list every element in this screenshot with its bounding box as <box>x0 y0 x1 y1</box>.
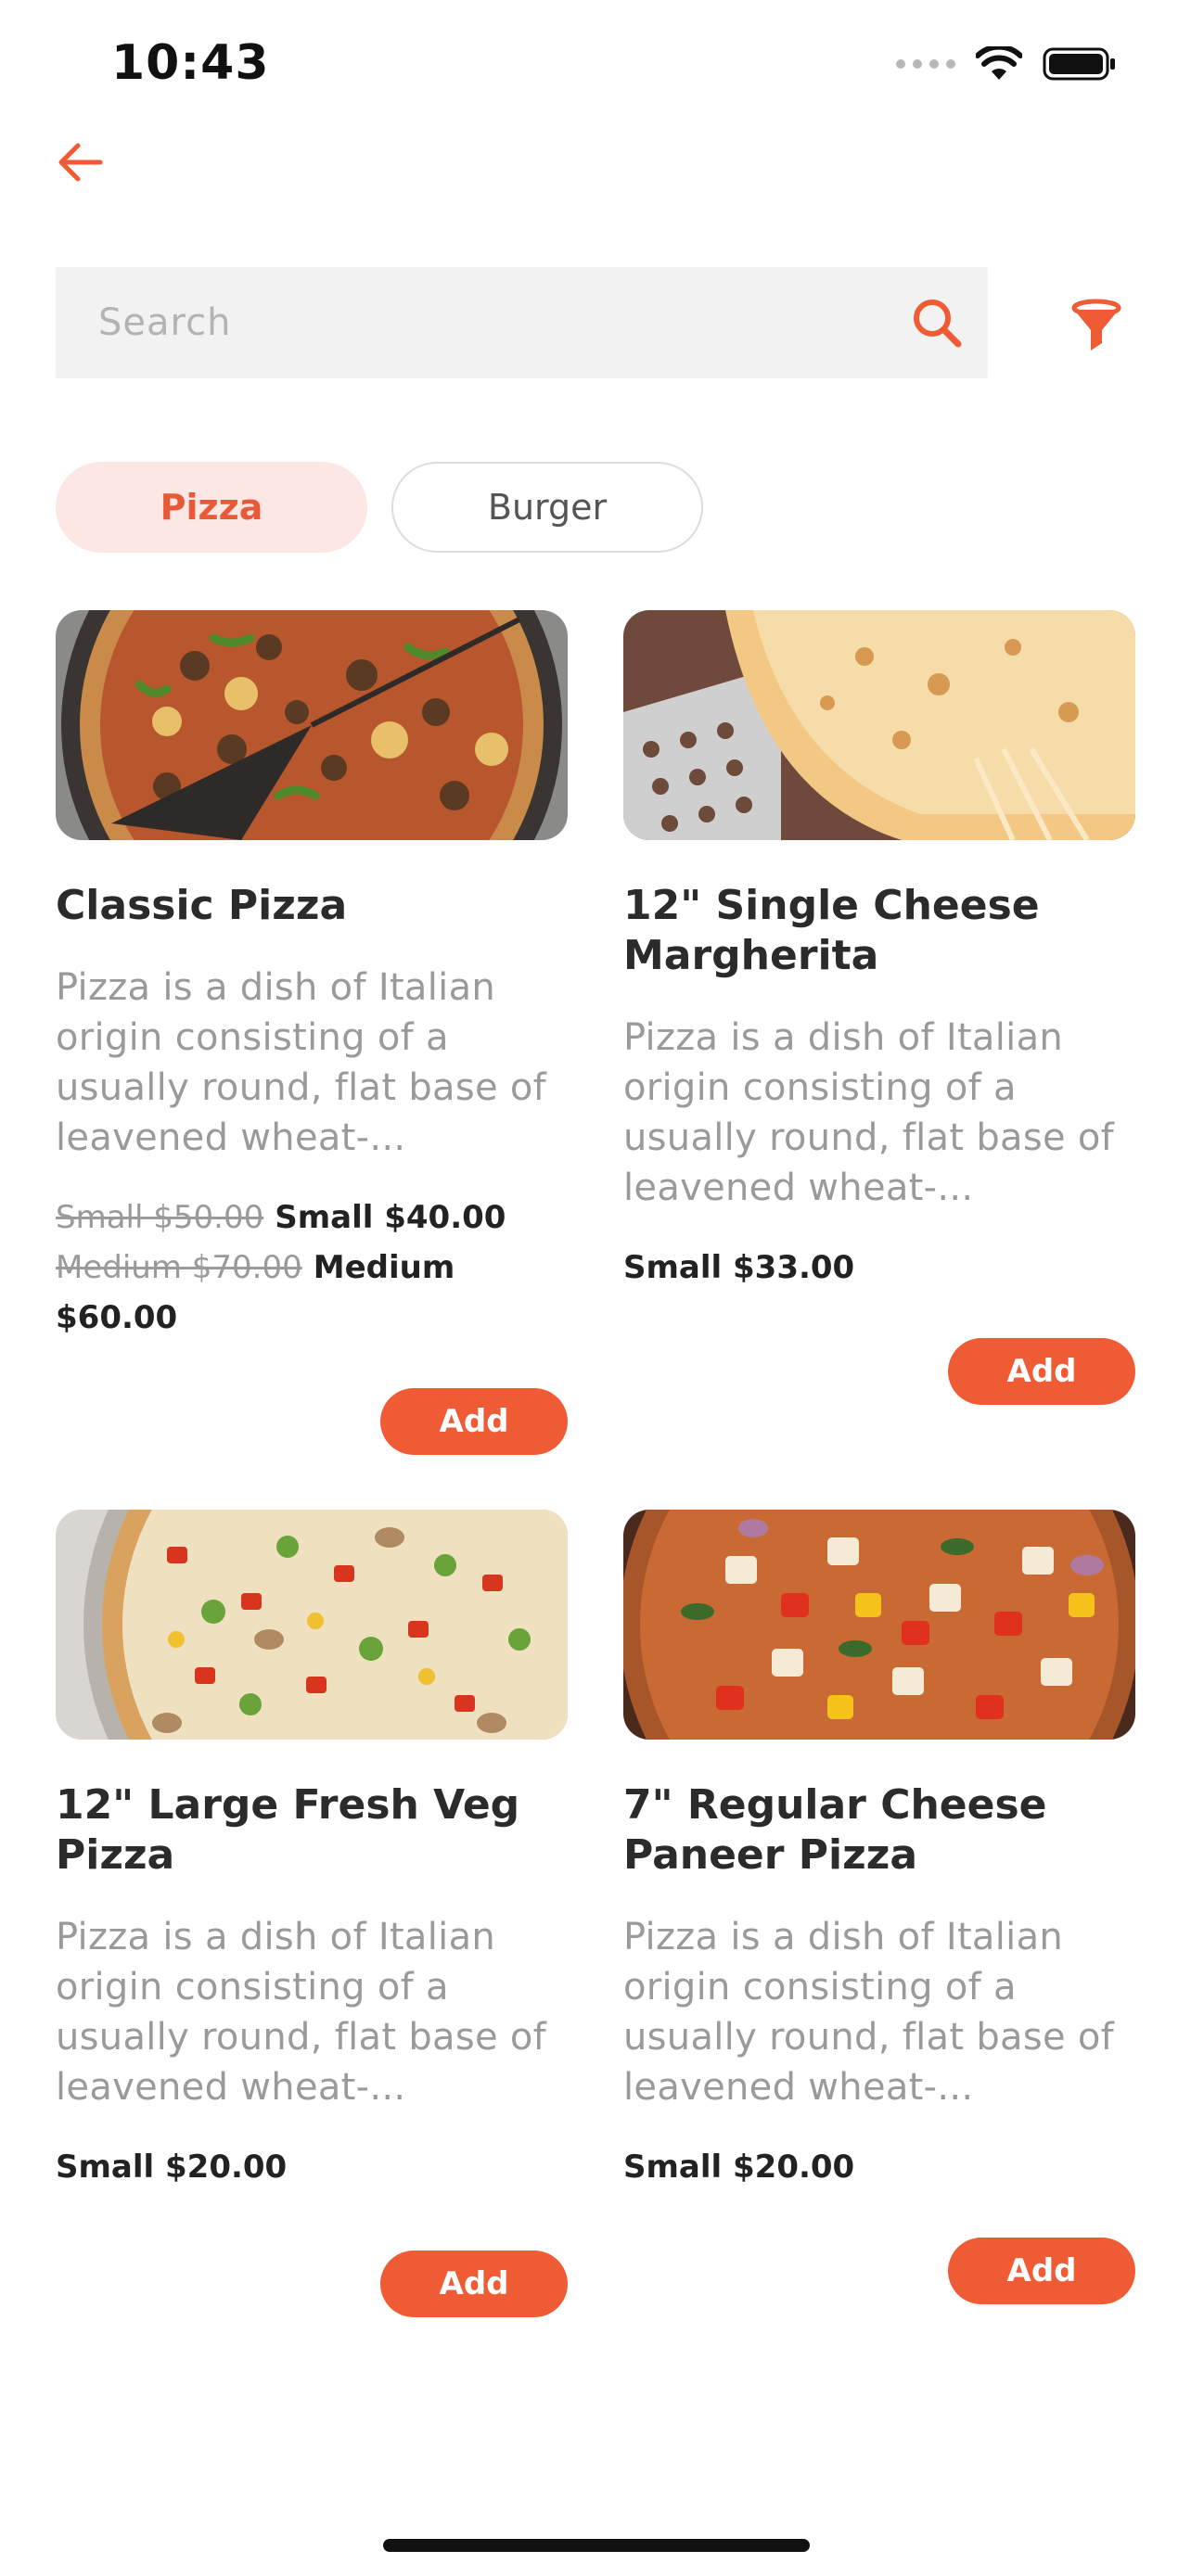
product-price: Small $33.00 <box>623 1249 855 1286</box>
product-price: Small $20.00 <box>56 2149 288 2186</box>
product-title: 7" Regular Cheese Paneer Pizza <box>623 1781 1047 1879</box>
product-image <box>623 610 1135 840</box>
wifi-icon <box>976 46 1022 80</box>
filter-icon <box>1071 299 1121 351</box>
old-price: Medium $70.00 <box>56 1249 302 1286</box>
product-card-single-cheese-margherita[interactable]: 12" Single Cheese Margherita Pizza is a … <box>623 610 1135 1293</box>
new-price: Small $40.00 <box>275 1199 506 1236</box>
product-title: Classic Pizza <box>56 882 348 929</box>
status-icons <box>896 46 1117 82</box>
add-button[interactable]: Add <box>380 2251 568 2317</box>
chip-pizza[interactable]: Pizza <box>56 462 367 553</box>
product-description: Pizza is a dish of Italian origin consis… <box>623 1016 1115 1209</box>
arrow-left-icon <box>58 143 103 182</box>
filter-button[interactable] <box>1065 295 1128 358</box>
search-input[interactable] <box>56 267 886 378</box>
add-button[interactable]: Add <box>948 1338 1135 1405</box>
search-icon <box>914 300 962 348</box>
search-button[interactable] <box>886 267 988 378</box>
category-chips: Pizza Burger <box>56 462 703 553</box>
chip-burger[interactable]: Burger <box>391 462 703 553</box>
product-image <box>56 1510 568 1740</box>
product-description: Pizza is a dish of Italian origin consis… <box>56 966 547 1159</box>
search-bar <box>56 267 988 378</box>
product-price: Small $20.00 <box>623 2149 855 2186</box>
product-image <box>623 1510 1135 1740</box>
product-prices: Small $50.00 Small $40.00 Medium $70.00 Me… <box>56 1192 568 1343</box>
product-title: 12" Large Fresh Veg Pizza <box>56 1781 520 1879</box>
battery-icon <box>1043 47 1115 81</box>
add-button[interactable]: Add <box>380 1388 568 1455</box>
product-card-classic-pizza[interactable]: Classic Pizza Pizza is a dish of Italian… <box>56 610 568 1343</box>
back-button[interactable] <box>52 134 108 190</box>
cellular-signal-icon <box>896 59 955 69</box>
product-title: 12" Single Cheese Margherita <box>623 882 1040 979</box>
old-price: Small $50.00 <box>56 1199 264 1236</box>
add-button[interactable]: Add <box>948 2238 1135 2304</box>
product-card-regular-cheese-paneer-pizza[interactable]: 7" Regular Cheese Paneer Pizza Pizza is … <box>623 1510 1135 2192</box>
product-description: Pizza is a dish of Italian origin consis… <box>623 1916 1115 2109</box>
status-time: 10:43 <box>111 35 270 91</box>
home-indicator <box>383 2539 810 2552</box>
product-card-large-fresh-veg-pizza[interactable]: 12" Large Fresh Veg Pizza Pizza is a dis… <box>56 1510 568 2192</box>
product-description: Pizza is a dish of Italian origin consis… <box>56 1916 547 2109</box>
status-bar: 10:43 <box>0 0 1191 139</box>
product-image <box>56 610 568 840</box>
